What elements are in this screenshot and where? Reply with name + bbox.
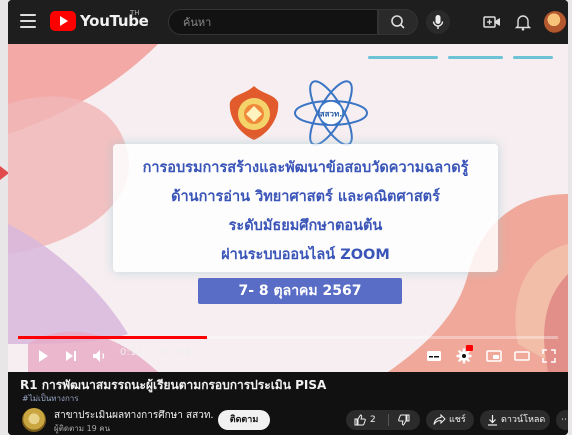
create-button[interactable] — [482, 12, 502, 32]
country-code: TH — [130, 9, 140, 17]
share-icon — [433, 414, 446, 425]
subtitles-button[interactable] — [426, 348, 442, 367]
notifications-button[interactable] — [513, 12, 533, 32]
time-display: 0:12 / 2:51:54 — [120, 347, 191, 358]
progress-bar-fill — [18, 336, 207, 339]
subscribe-button[interactable]: ติดตาม — [218, 410, 270, 430]
decor-line — [513, 56, 553, 59]
thumbs-up-icon — [354, 414, 366, 426]
hd-badge — [466, 345, 473, 351]
dislike-button[interactable] — [390, 410, 420, 430]
voice-search-button[interactable] — [426, 10, 450, 34]
skip-next-icon — [66, 351, 76, 361]
play-button[interactable] — [36, 348, 50, 367]
volume-icon — [93, 350, 105, 362]
play-icon — [39, 350, 48, 362]
download-label: ดาวน์โหลด — [501, 415, 546, 425]
top-bar: YouTube TH ค้นหา — [8, 0, 568, 44]
more-actions-button[interactable]: ⋯ — [556, 410, 568, 430]
player-controls: 0:12 / 2:51:54 — [8, 336, 568, 372]
bell-icon — [514, 15, 532, 31]
next-button[interactable] — [64, 348, 78, 367]
youtube-logo-icon[interactable] — [50, 11, 76, 31]
like-divider — [388, 414, 389, 426]
search-button[interactable] — [378, 9, 418, 35]
fullscreen-icon — [542, 349, 556, 363]
like-count: 2 — [370, 415, 376, 425]
ministry-seal-logo — [229, 86, 279, 140]
create-video-icon — [483, 16, 500, 28]
slide-title-card: การอบรมการสร้างและพัฒนาข้อสอบวัดความฉลาด… — [113, 144, 498, 272]
like-button[interactable]: 2 — [346, 410, 388, 430]
more-icon: ⋯ — [561, 415, 568, 425]
youtube-window: YouTube TH ค้นหา สสวท. การอบรมการสร้างแล… — [8, 0, 568, 435]
download-icon — [488, 415, 497, 426]
video-info: R1 การพัฒนาสมรรถนะผู้เรียนตามกรอบการประเ… — [8, 372, 568, 435]
subtitles-icon — [427, 351, 441, 361]
share-button[interactable]: แชร์ — [426, 410, 474, 430]
slide-title-line-2: ด้านการอ่าน วิทยาศาสตร์ และคณิตศาสตร์ — [171, 189, 440, 205]
slide-date-badge: 7- 8 ตุลาคม 2567 — [198, 278, 402, 304]
miniplayer-icon — [486, 350, 502, 362]
share-label: แชร์ — [449, 415, 466, 425]
menu-icon[interactable] — [20, 14, 36, 28]
progress-bar[interactable] — [18, 336, 558, 339]
search-icon — [391, 15, 405, 29]
download-button[interactable]: ดาวน์โหลด — [480, 410, 550, 430]
subscriber-count: ผู้ติดตาม 19 คน — [54, 424, 111, 433]
ipst-logo-text: สสวท. — [320, 110, 343, 119]
video-hashtag[interactable]: #ไม่เป็นทางการ — [22, 392, 79, 405]
decor-line — [368, 56, 438, 59]
theater-mode-icon — [514, 351, 530, 361]
thumbs-down-icon — [398, 414, 410, 426]
ipst-atom-logo: สสวท. — [294, 80, 368, 146]
miniplayer-button[interactable] — [486, 348, 502, 367]
slide-title-line-3: ระดับมัธยมศึกษาตอนต้น — [228, 218, 383, 234]
theater-mode-button[interactable] — [514, 348, 530, 367]
decor-line — [448, 56, 503, 59]
volume-button[interactable] — [92, 348, 108, 367]
like-dislike-group: 2 — [346, 410, 420, 430]
fullscreen-button[interactable] — [542, 348, 556, 367]
slide-title-line-4: ผ่านระบบออนไลน์ ZOOM — [221, 247, 390, 263]
settings-button[interactable] — [456, 345, 473, 368]
channel-avatar[interactable] — [22, 408, 46, 432]
video-player[interactable]: สสวท. การอบรมการสร้างและพัฒนาข้อสอบวัดคว… — [8, 44, 568, 372]
channel-name[interactable]: สาขาประเมินผลทางการศึกษา สสวท. — [54, 408, 214, 423]
slide-title-line-1: การอบรมการสร้างและพัฒนาข้อสอบวัดความฉลาด… — [142, 160, 469, 176]
search-input[interactable]: ค้นหา — [168, 9, 378, 35]
user-avatar[interactable] — [544, 11, 566, 33]
microphone-icon — [432, 15, 444, 29]
